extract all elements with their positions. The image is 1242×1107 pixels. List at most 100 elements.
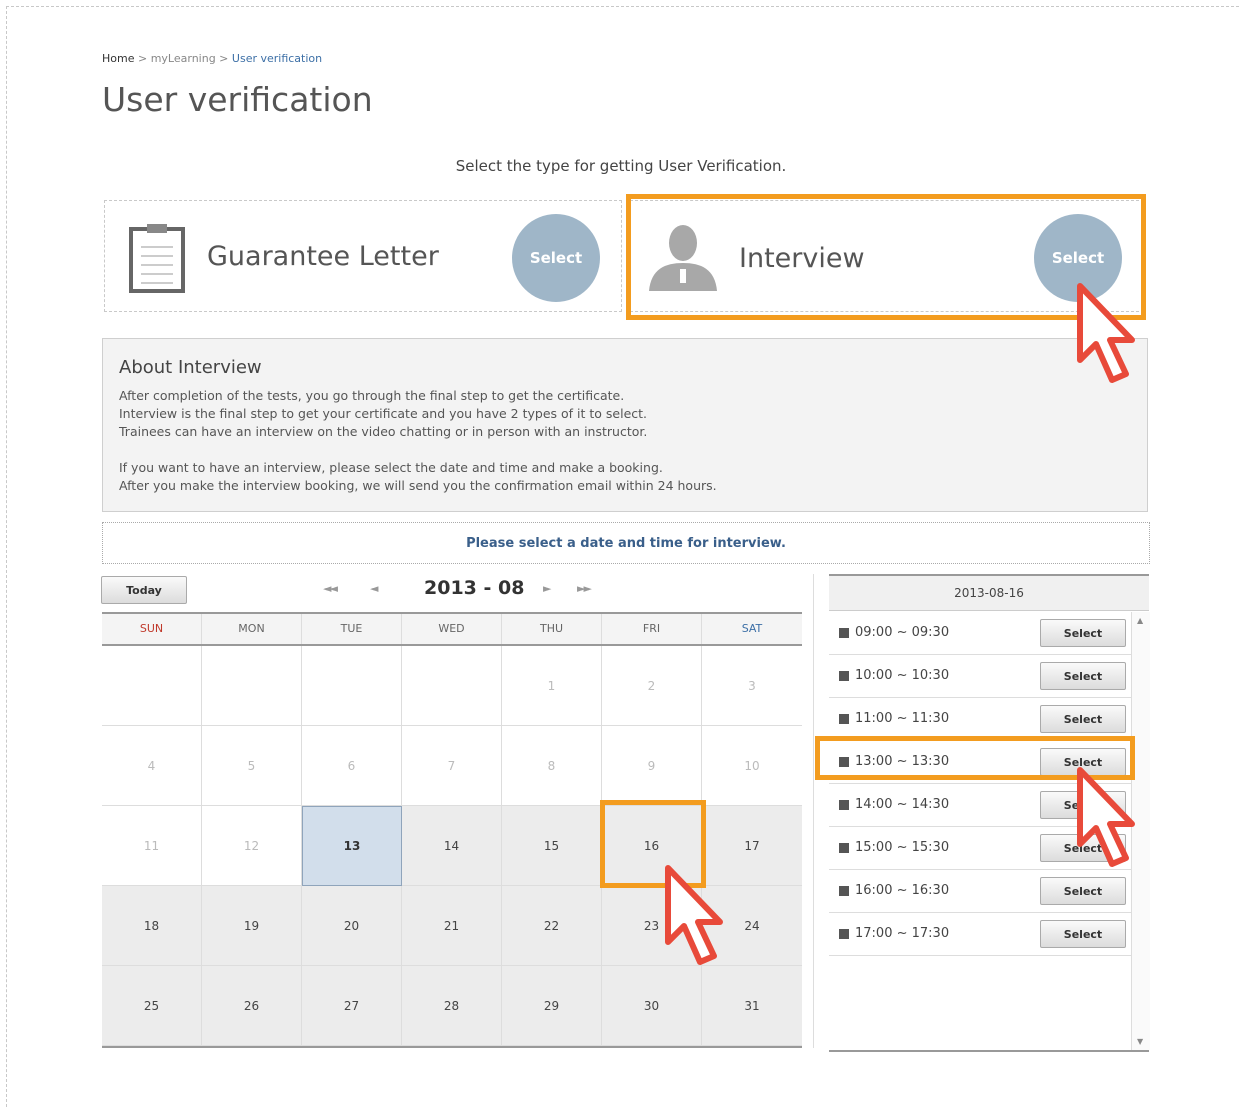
bullet-square-icon [839,714,849,724]
timeslot-date: 2013-08-16 [829,576,1149,611]
calendar-day: 11 [102,806,202,886]
calendar-day[interactable]: 29 [502,966,602,1046]
timeslot-time: 13:00 ~ 13:30 [855,754,950,769]
calendar-day[interactable]: 22 [502,886,602,966]
bullet-square-icon [839,843,849,853]
timeslot-select-button[interactable]: Select [1040,877,1126,905]
calendar-day[interactable]: 15 [502,806,602,886]
calendar-week: 1 2 3 [102,646,802,726]
calendar-days: 1 2 3 4 5 6 7 8 9 10 11 12 13 14 15 16 1… [102,646,802,1048]
about-interview-box: About Interview After completion of the … [102,338,1148,512]
today-button[interactable]: Today [101,576,187,604]
calendar-day[interactable]: 25 [102,966,202,1046]
prev-month-button[interactable]: ◄ [370,582,379,595]
calendar-day[interactable]: 19 [202,886,302,966]
about-title: About Interview [119,357,262,378]
scroll-up-icon[interactable]: ▲ [1137,616,1143,625]
weekday-sat: SAT [741,622,763,635]
guarantee-letter-label: Guarantee Letter [207,241,439,272]
calendar-day[interactable]: 31 [702,966,802,1046]
calendar-day: 2 [602,646,702,726]
bullet-square-icon [839,886,849,896]
timeslot-time: 15:00 ~ 15:30 [855,840,950,855]
calendar-day[interactable]: 14 [402,806,502,886]
timeslot-select-button[interactable]: Select [1040,791,1126,819]
breadcrumb-separator: > [134,52,151,65]
timeslot-select-button[interactable]: Select [1040,705,1126,733]
weekday-wed: WED [402,614,502,644]
calendar-day[interactable]: 26 [202,966,302,1046]
timeslot-panel: 2013-08-16 09:00 ~ 09:30 Select 10:00 ~ 1… [829,574,1150,1052]
timeslot-select-button[interactable]: Select [1040,748,1126,776]
breadcrumb-home[interactable]: Home [102,52,134,65]
scroll-down-icon[interactable]: ▼ [1137,1037,1143,1046]
timeslot-row: 15:00 ~ 15:30 Select [829,827,1131,870]
calendar-day[interactable]: 17 [702,806,802,886]
timeslot-scrollbar[interactable]: ▲ ▼ [1131,612,1150,1050]
calendar-day: 5 [202,726,302,806]
calendar-day: 10 [702,726,802,806]
calendar-day: 9 [602,726,702,806]
panel-divider [813,574,814,1048]
calendar-day[interactable]: 23 [602,886,702,966]
calendar-day [302,646,402,726]
calendar-day[interactable]: 27 [302,966,402,1046]
calendar-day: 4 [102,726,202,806]
timeslot-select-button[interactable]: Select [1040,662,1126,690]
about-line: After you make the interview booking, we… [119,478,717,493]
timeslot-list: 09:00 ~ 09:30 Select 10:00 ~ 10:30 Select … [829,612,1131,956]
timeslot-time: 09:00 ~ 09:30 [855,625,950,640]
clipboard-icon [129,223,185,297]
weekday-fri: FRI [602,614,702,644]
breadcrumb-current: User verification [231,52,323,65]
timeslot-row: 16:00 ~ 16:30 Select [829,870,1131,913]
timeslot-row: 14:00 ~ 14:30 Select [829,784,1131,827]
first-month-button[interactable]: ◄◄ [323,582,338,595]
next-month-button[interactable]: ► [543,582,552,595]
bullet-square-icon [839,929,849,939]
calendar-day[interactable]: 28 [402,966,502,1046]
calendar-day-selected[interactable]: 16 [602,806,702,886]
timeslot-time: 17:00 ~ 17:30 [855,926,950,941]
timeslot-time: 10:00 ~ 10:30 [855,668,950,683]
last-month-button[interactable]: ►► [577,582,592,595]
breadcrumb: Home > myLearning > User verification [102,52,322,65]
weekday-mon: MON [202,614,302,644]
about-line: Trainees can have an interview on the vi… [119,424,648,439]
calendar-day-today[interactable]: 13 [302,806,402,886]
timeslot-select-button[interactable]: Select [1040,920,1126,948]
calendar-day[interactable]: 30 [602,966,702,1046]
calendar-weekday-header: SUN MON TUE WED THU FRI SAT [102,612,802,646]
calendar-day: 1 [502,646,602,726]
guarantee-select-button[interactable]: Select [512,214,600,302]
person-icon [647,223,719,297]
about-paragraph-1: After completion of the tests, you go th… [119,387,647,441]
timeslot-time: 14:00 ~ 14:30 [855,797,950,812]
interview-label: Interview [739,243,865,274]
breadcrumb-separator: > [215,52,232,65]
calendar-week: 18 19 20 21 22 23 24 [102,886,802,966]
calendar-day: 12 [202,806,302,886]
calendar-day[interactable]: 21 [402,886,502,966]
calendar-week: 4 5 6 7 8 9 10 [102,726,802,806]
calendar: SUN MON TUE WED THU FRI SAT 1 2 3 4 5 6 … [102,612,802,1048]
calendar-day: 6 [302,726,402,806]
about-line: If you want to have an interview, please… [119,460,663,475]
calendar-day [202,646,302,726]
breadcrumb-mylearning[interactable]: myLearning [151,52,216,65]
interview-select-button[interactable]: Select [1034,214,1122,302]
timeslot-time: 16:00 ~ 16:30 [855,883,950,898]
about-line: Interview is the final step to get your … [119,406,648,421]
timeslot-select-button[interactable]: Select [1040,619,1126,647]
calendar-day [102,646,202,726]
calendar-day[interactable]: 24 [702,886,802,966]
timeslot-select-button[interactable]: Select [1040,834,1126,862]
calendar-day[interactable]: 20 [302,886,402,966]
calendar-week: 11 12 13 14 15 16 17 [102,806,802,886]
interview-card[interactable]: Interview Select [630,200,1144,312]
instruction-text: Select the type for getting User Verific… [455,157,787,175]
guarantee-letter-card[interactable]: Guarantee Letter Select [104,200,622,312]
calendar-week: 25 26 27 28 29 30 31 [102,966,802,1046]
calendar-day[interactable]: 18 [102,886,202,966]
about-paragraph-2: If you want to have an interview, please… [119,459,717,495]
